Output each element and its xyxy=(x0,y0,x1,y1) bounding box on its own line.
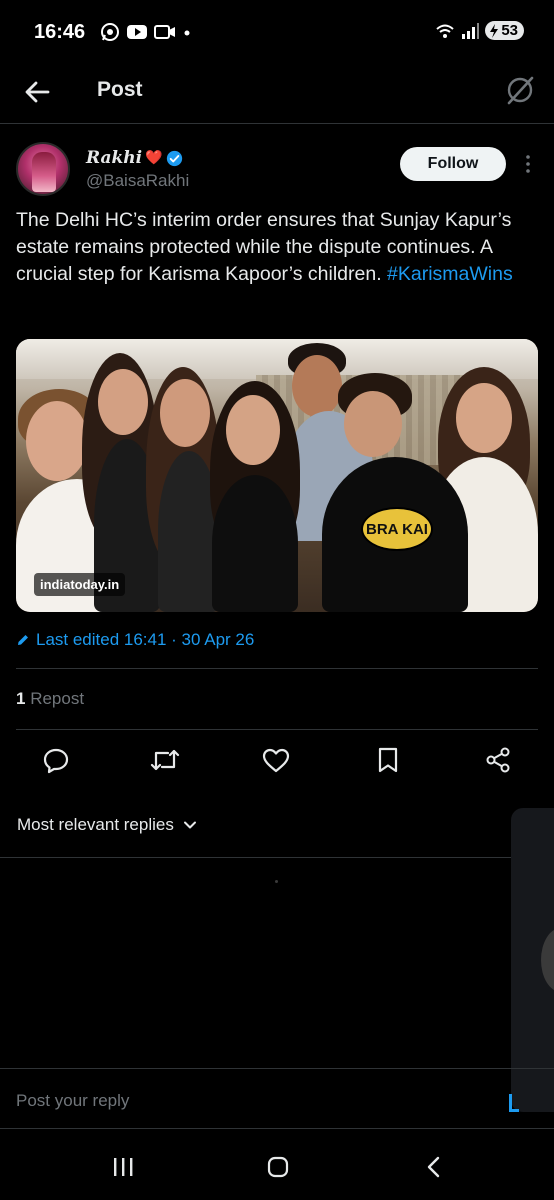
replies-sort-dropdown[interactable]: Most relevant replies xyxy=(17,815,198,835)
post-text: The Delhi HC’s interim order ensures tha… xyxy=(16,207,540,288)
like-icon xyxy=(262,748,290,773)
page-title: Post xyxy=(97,78,143,101)
post-image[interactable]: BRA KAI indiatoday.in xyxy=(16,339,538,612)
back-button[interactable] xyxy=(22,76,54,108)
author-handle[interactable]: @BaisaRakhi xyxy=(86,171,189,191)
edited-label: Last edited 16:41 · 30 Apr 26 xyxy=(36,630,255,649)
more-vertical-icon xyxy=(526,155,530,173)
image-watermark: indiatoday.in xyxy=(34,573,126,596)
grok-icon xyxy=(507,76,534,105)
post-author: Rakhi ❤️ @BaisaRakhi Follow xyxy=(16,142,538,198)
reply-composer xyxy=(0,1068,554,1128)
share-button[interactable] xyxy=(482,742,514,778)
back-icon xyxy=(427,1156,440,1178)
loading-dot xyxy=(275,880,278,883)
divider xyxy=(16,668,538,669)
replies-sort-label: Most relevant replies xyxy=(17,815,174,834)
author-display-name[interactable]: Rakhi ❤️ xyxy=(86,148,183,168)
floating-side-panel[interactable] xyxy=(511,808,554,1112)
verified-badge-icon xyxy=(166,150,182,166)
avatar[interactable] xyxy=(16,142,70,196)
status-system-icons: 53 xyxy=(435,21,524,40)
battery-icon: 53 xyxy=(485,21,524,40)
home-button[interactable] xyxy=(258,1153,298,1181)
side-panel-thumbnail xyxy=(541,928,554,992)
status-time: 16:46 xyxy=(34,21,86,43)
heart-emoji-icon: ❤️ xyxy=(145,150,163,166)
hashtag-link[interactable]: #KarismaWins xyxy=(387,263,513,285)
divider xyxy=(0,857,554,858)
status-app-icons xyxy=(100,22,192,42)
like-button[interactable] xyxy=(260,742,292,778)
grok-button[interactable] xyxy=(504,74,536,106)
repost-count-row[interactable]: 1 Repost xyxy=(16,689,84,709)
pencil-icon xyxy=(18,635,28,645)
signal-icon xyxy=(462,22,480,39)
arrow-left-icon xyxy=(25,81,50,103)
bookmark-button[interactable] xyxy=(372,742,404,778)
bookmark-icon xyxy=(378,747,398,773)
share-icon xyxy=(486,747,510,773)
system-navigation-bar xyxy=(0,1128,554,1200)
retweet-icon xyxy=(150,749,180,771)
shirt-logo: BRA KAI xyxy=(361,507,433,551)
recents-icon xyxy=(114,1158,133,1176)
author-name-text: Rakhi xyxy=(86,148,143,168)
dot-icon xyxy=(184,30,190,36)
follow-button[interactable]: Follow xyxy=(400,147,506,181)
whatsapp-icon xyxy=(101,23,119,41)
wifi-icon xyxy=(436,24,454,38)
recents-button[interactable] xyxy=(103,1153,143,1181)
edited-indicator[interactable]: Last edited 16:41 · 30 Apr 26 xyxy=(16,630,254,650)
post-actions xyxy=(0,742,554,782)
reply-button[interactable] xyxy=(40,742,72,778)
shirt-logo-text: BRA KAI xyxy=(366,520,428,538)
chevron-down-icon xyxy=(183,821,196,829)
repost-label: Repost xyxy=(25,689,85,708)
home-icon xyxy=(267,1156,289,1178)
battery-level: 53 xyxy=(501,22,518,39)
divider xyxy=(16,729,538,730)
top-app-bar: Post xyxy=(0,64,554,124)
reply-media-indicator[interactable] xyxy=(509,1094,519,1112)
more-options-button[interactable] xyxy=(522,152,534,176)
status-bar: 16:46 53 xyxy=(0,0,554,64)
reply-input[interactable] xyxy=(16,1091,496,1111)
youtube-icon xyxy=(127,25,147,39)
system-back-button[interactable] xyxy=(414,1153,454,1181)
video-icon xyxy=(154,25,175,39)
reply-icon xyxy=(43,748,69,774)
repost-button[interactable] xyxy=(149,742,181,778)
